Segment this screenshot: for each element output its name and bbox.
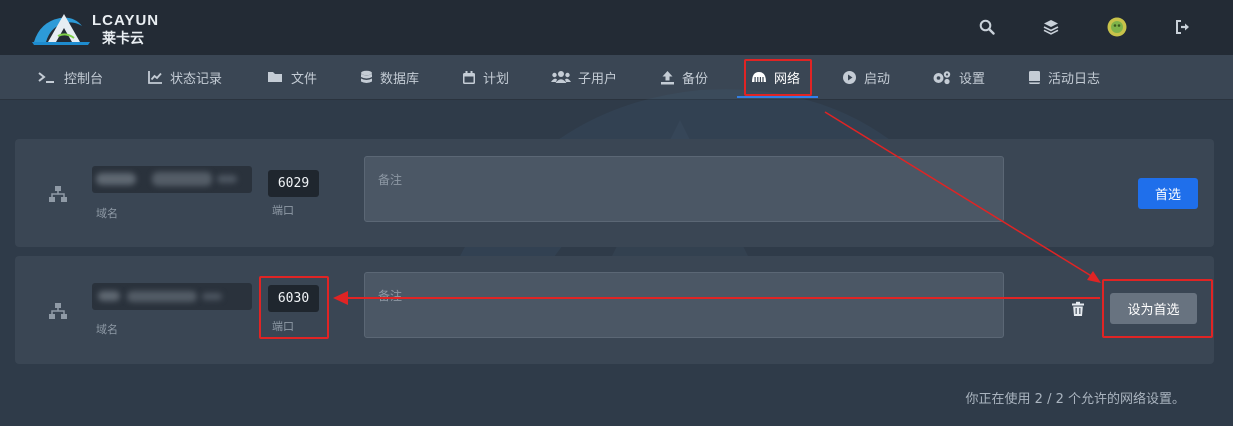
tab-label: 子用户 [578,71,618,87]
tab-status-log[interactable]: 状态记录 [148,55,222,99]
tab-settings[interactable]: 设置 [932,55,985,99]
tab-label: 控制台 [64,71,104,87]
network-wired-icon [49,186,67,202]
note-input[interactable]: 备注 [364,272,1004,338]
brand-name: LCAYUN [92,12,160,29]
note-input[interactable]: 备注 [364,156,1004,222]
book-icon [1029,70,1040,84]
nav-bar: 控制台 状态记录 文件 数据库 计划 子用户 备份 网络 启动 设置 活动日志 [0,55,1233,100]
trash-icon[interactable] [1070,301,1086,317]
users-icon [551,71,571,83]
calendar-icon [463,70,475,84]
folder-icon [268,72,282,82]
tab-startup[interactable]: 启动 [842,55,890,99]
tab-subusers[interactable]: 子用户 [551,55,617,99]
logo-icon [32,14,90,45]
tab-label: 备份 [682,71,709,87]
tab-label: 数据库 [380,71,420,87]
domain-field[interactable] [92,166,252,193]
logo[interactable]: LCAYUN 莱卡云 [30,8,170,48]
port-label: 端口 [272,204,294,217]
note-placeholder: 备注 [378,289,403,303]
make-primary-button[interactable]: 设为首选 [1110,293,1197,324]
active-tab-indicator [737,96,818,98]
tab-network[interactable]: 网络 [751,55,800,99]
port-label: 端口 [272,320,294,333]
tab-label: 状态记录 [170,71,223,87]
logout-icon[interactable] [1173,17,1193,37]
domain-field[interactable] [92,283,252,310]
upload-icon [661,70,674,84]
allocation-row-2: 域名 6030 端口 备注 设为首选 [15,256,1214,364]
note-placeholder: 备注 [378,173,403,187]
tab-console[interactable]: 控制台 [37,55,103,99]
play-icon [843,70,856,84]
cogs-icon [933,70,951,84]
brand-name-cn: 莱卡云 [102,31,144,47]
search-icon[interactable] [977,17,997,37]
database-icon [361,70,372,83]
tab-files[interactable]: 文件 [267,55,317,99]
allocation-row-1: 域名 6029 端口 备注 首选 [15,139,1214,247]
tab-databases[interactable]: 数据库 [360,55,419,99]
tab-label: 计划 [483,71,510,87]
tab-label: 网络 [774,71,801,87]
tab-activity-log[interactable]: 活动日志 [1028,55,1100,99]
top-bar: LCAYUN 莱卡云 [0,0,1233,55]
tab-schedules[interactable]: 计划 [462,55,509,99]
network-wired-icon [49,303,67,319]
port-value: 6030 [268,285,319,312]
avatar[interactable] [1107,17,1127,37]
tab-label: 活动日志 [1048,71,1101,87]
tab-label: 启动 [864,71,891,87]
chart-icon [148,71,162,84]
tab-backups[interactable]: 备份 [660,55,708,99]
domain-label: 域名 [96,323,118,336]
tab-label: 文件 [291,71,318,87]
layers-icon[interactable] [1041,17,1061,37]
terminal-icon [38,72,54,83]
tab-label: 设置 [959,71,986,87]
domain-label: 域名 [96,207,118,220]
port-value: 6029 [268,170,319,197]
network-icon [752,72,766,82]
usage-text: 你正在使用 2 / 2 个允许的网络设置。 [965,392,1185,407]
primary-button[interactable]: 首选 [1138,178,1198,209]
